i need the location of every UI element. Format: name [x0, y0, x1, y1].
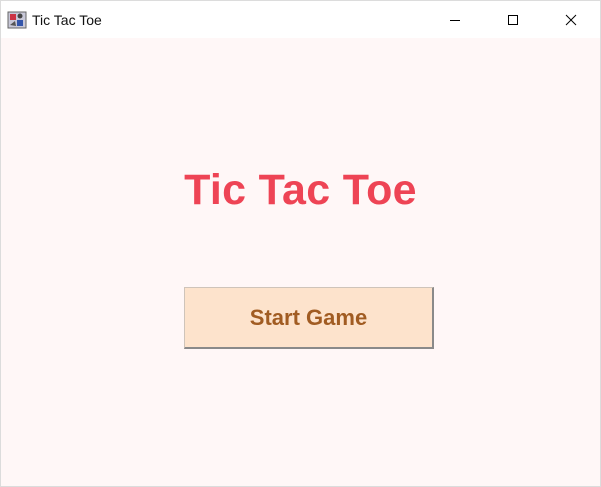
window-title: Tic Tac Toe	[32, 11, 102, 28]
maximize-icon	[507, 14, 519, 26]
title-bar[interactable]: Tic Tac Toe	[1, 1, 600, 38]
close-icon	[565, 14, 577, 26]
app-window: Tic Tac Toe Tic Tac Toe Start Game	[0, 0, 601, 487]
start-game-button[interactable]: Start Game	[184, 287, 434, 349]
window-controls	[426, 1, 600, 38]
main-panel: Tic Tac Toe Start Game	[1, 38, 600, 486]
close-button[interactable]	[542, 1, 600, 38]
minimize-icon	[449, 14, 461, 26]
java-app-icon	[7, 11, 27, 29]
maximize-button[interactable]	[484, 1, 542, 38]
game-title: Tic Tac Toe	[184, 166, 417, 214]
start-game-button-label: Start Game	[249, 304, 368, 330]
minimize-button[interactable]	[426, 1, 484, 38]
